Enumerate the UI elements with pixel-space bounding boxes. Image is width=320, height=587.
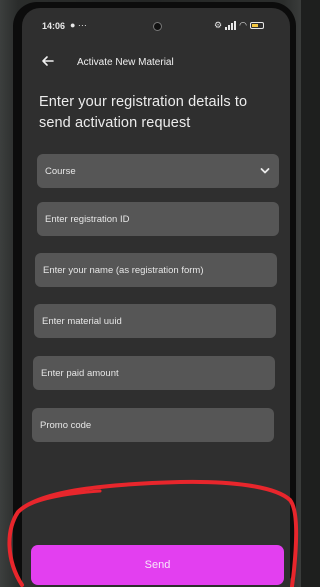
page-title: Activate New Material bbox=[77, 57, 174, 68]
course-select-label: Course bbox=[45, 165, 76, 177]
status-time: 14:06 bbox=[42, 21, 66, 31]
name-input[interactable] bbox=[43, 264, 277, 276]
registration-id-input[interactable] bbox=[45, 213, 279, 225]
phone-screen: 14:06 ● ··· ⚙ ◠ Activate New Material En… bbox=[22, 8, 290, 587]
back-arrow-icon[interactable] bbox=[40, 53, 56, 69]
registration-id-field-wrapper bbox=[37, 202, 279, 236]
app-header: Activate New Material bbox=[22, 48, 290, 78]
promo-code-field-wrapper bbox=[32, 408, 274, 442]
notification-dots: ● ··· bbox=[70, 20, 87, 30]
status-bar: 14:06 ● ··· ⚙ ◠ bbox=[22, 8, 290, 42]
paid-amount-field-wrapper bbox=[33, 356, 275, 390]
material-uuid-field-wrapper bbox=[34, 304, 276, 338]
promo-code-input[interactable] bbox=[40, 419, 274, 431]
wifi-icon: ◠ bbox=[239, 19, 247, 30]
form-headline: Enter your registration details to send … bbox=[39, 94, 248, 131]
material-uuid-input[interactable] bbox=[42, 315, 276, 327]
chevron-down-icon bbox=[260, 168, 270, 174]
name-field-wrapper bbox=[35, 253, 277, 287]
paid-amount-input[interactable] bbox=[41, 367, 275, 379]
status-icons: ⚙ ◠ bbox=[214, 19, 264, 31]
settings-icon: ⚙ bbox=[214, 19, 223, 30]
course-select[interactable]: Course bbox=[37, 154, 279, 188]
camera-cutout bbox=[153, 22, 162, 31]
battery-icon bbox=[249, 21, 264, 29]
signal-icon bbox=[225, 20, 237, 30]
send-button[interactable]: Send bbox=[31, 545, 284, 585]
